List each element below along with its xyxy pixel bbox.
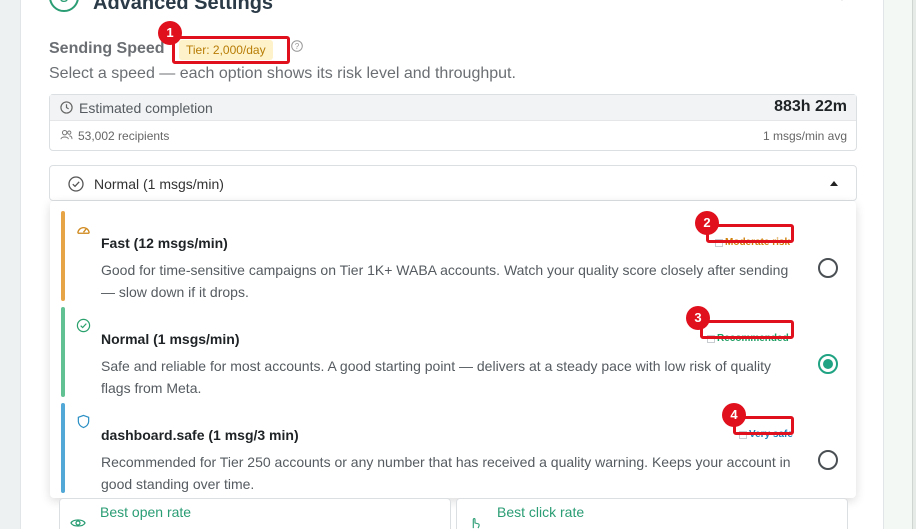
shield-icon <box>77 414 90 429</box>
step-number-badge: 3 <box>49 0 79 12</box>
best-open-rate-card[interactable]: Best open rate <box>59 498 451 529</box>
option-accent-bar <box>61 403 65 493</box>
window-edge <box>912 0 916 529</box>
collapse-chevron-icon[interactable] <box>833 0 851 6</box>
risk-badge-marker <box>715 239 723 247</box>
speed-select[interactable]: Normal (1 msgs/min) <box>49 165 857 201</box>
risk-badge-marker <box>707 335 715 343</box>
option-description: Safe and reliable for most accounts. A g… <box>101 358 772 396</box>
option-accent-bar <box>61 211 65 301</box>
callout-number-3: 3 <box>686 306 710 330</box>
option-title: Normal (1 msgs/min) <box>101 331 240 347</box>
risk-badge-moderate: Moderate risk <box>713 236 795 250</box>
advanced-settings-card: 3 Advanced Settings Sending Speed Tier: … <box>20 0 884 529</box>
option-radio-safe[interactable] <box>818 450 838 470</box>
pointer-icon <box>472 518 480 529</box>
estimate-panel: Estimated completion 883h 22m 53,002 rec… <box>49 94 857 151</box>
sending-speed-subtitle: Select a speed — each option shows its r… <box>49 65 516 82</box>
option-title: dashboard.safe (1 msg/3 min) <box>101 427 299 443</box>
best-open-rate-label: Best open rate <box>100 504 192 520</box>
speed-option-normal[interactable]: Normal (1 msgs/min) Recommended Safe and… <box>61 307 851 397</box>
eye-icon <box>70 519 86 527</box>
tier-badge: Tier: 2,000/day <box>179 40 273 60</box>
caret-up-icon[interactable] <box>830 181 838 186</box>
callout-number-1: 1 <box>158 21 182 45</box>
estimate-header: Estimated completion 883h 22m <box>50 95 856 121</box>
adjacent-panel <box>884 0 916 529</box>
check-circle-icon <box>76 318 91 333</box>
help-icon[interactable]: ? <box>291 40 303 52</box>
option-description: Good for time-sensitive campaigns on Tie… <box>101 262 789 300</box>
option-description: Recommended for Tier 250 accounts or any… <box>101 454 791 492</box>
risk-badge-very-safe: Very safe <box>737 428 798 442</box>
option-radio-normal[interactable] <box>818 354 838 374</box>
risk-badge-label: Recommended <box>717 333 789 344</box>
risk-badge-label: Very safe <box>749 429 793 440</box>
clock-icon <box>60 101 73 114</box>
speed-dropdown-menu: Fast (12 msgs/min) Moderate risk Good fo… <box>50 201 856 498</box>
option-radio-fast[interactable] <box>818 258 838 278</box>
risk-badge-recommended: Recommended <box>705 332 794 346</box>
sending-speed-label: Sending Speed <box>49 40 165 57</box>
callout-number-4: 4 <box>722 403 746 427</box>
estimated-completion-value: 883h 22m <box>774 98 847 115</box>
risk-badge-label: Moderate risk <box>725 237 791 248</box>
best-click-rate-label: Best click rate <box>497 504 585 520</box>
users-icon <box>60 129 73 140</box>
section-title: Advanced Settings <box>93 0 274 14</box>
check-circle-icon <box>68 176 84 192</box>
option-title: Fast (12 msgs/min) <box>101 235 228 251</box>
svg-text:?: ? <box>295 42 300 51</box>
gauge-icon <box>77 227 90 234</box>
speed-select-value: Normal (1 msgs/min) <box>94 176 224 192</box>
callout-number-2: 2 <box>695 211 719 235</box>
option-accent-bar <box>61 307 65 397</box>
estimated-completion-label: Estimated completion <box>79 100 213 116</box>
recipient-count: 53,002 recipients <box>78 129 170 143</box>
speed-option-fast[interactable]: Fast (12 msgs/min) Moderate risk Good fo… <box>61 211 851 301</box>
average-rate: 1 msgs/min avg <box>762 129 847 143</box>
best-click-rate-card[interactable]: Best click rate <box>456 498 848 529</box>
risk-badge-marker <box>739 431 747 439</box>
